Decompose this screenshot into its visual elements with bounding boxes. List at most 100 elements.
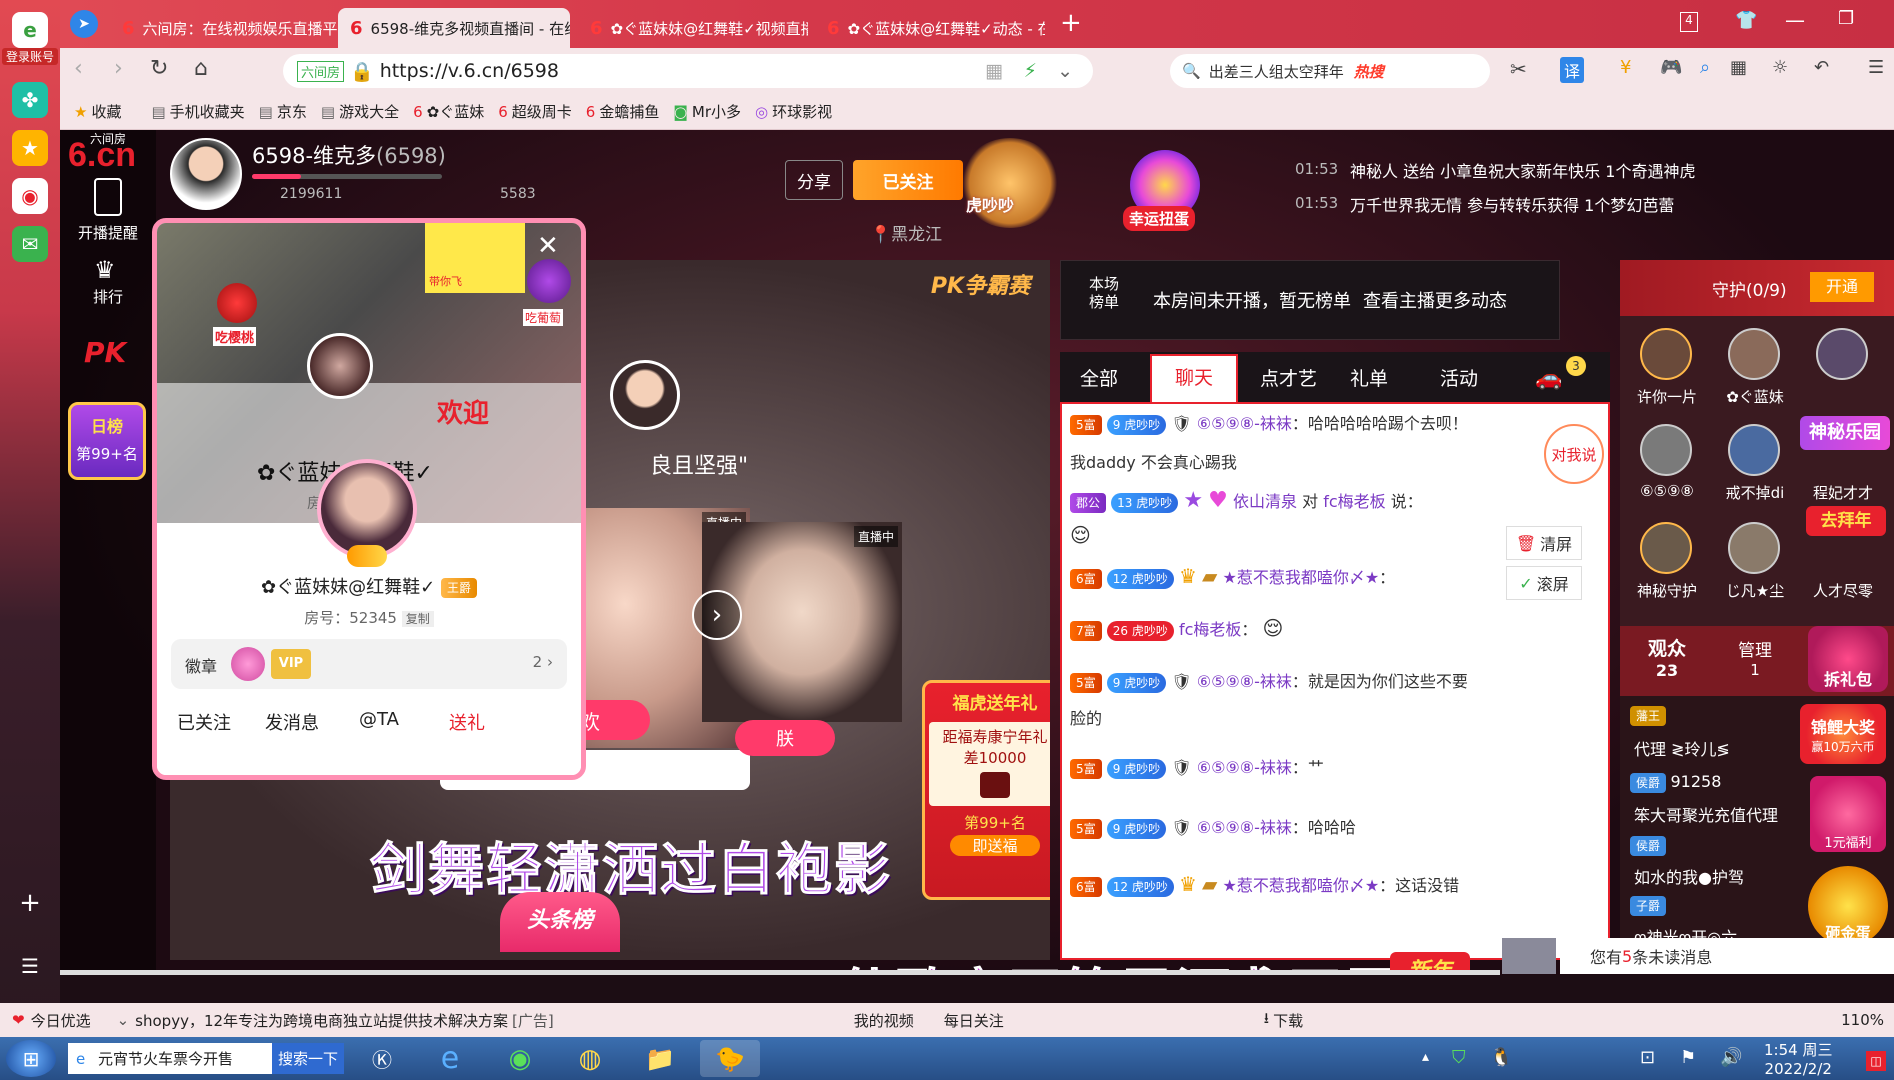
headline-rank-badge[interactable]: 头条榜	[500, 892, 620, 952]
popup-followed-button[interactable]: 已关注	[177, 709, 231, 735]
bookmark-games[interactable]: ▤ 游戏大全	[321, 101, 399, 122]
star-icon[interactable]: ★	[12, 130, 48, 166]
tab-viewers[interactable]: 观众 23	[1648, 634, 1686, 680]
undo-icon[interactable]: ↶	[1814, 57, 1829, 78]
guard-avatar[interactable]	[1640, 522, 1692, 574]
zoom-level[interactable]: 110%	[1841, 1011, 1884, 1029]
bookmark-lanmei[interactable]: 6 ✿ぐ蓝妹	[413, 101, 484, 122]
copy-button[interactable]: 复制	[401, 611, 434, 627]
lucky-egg-label[interactable]: 幸运扭蛋	[1123, 206, 1196, 231]
pk-opponent-avatar[interactable]	[610, 360, 680, 430]
guard-avatar[interactable]	[1728, 328, 1780, 380]
clear-screen-button[interactable]: 🗑 清屏	[1506, 526, 1582, 560]
bookmark-huanqiu[interactable]: ◎ 环球影视	[755, 101, 832, 122]
horizontal-scrollbar[interactable]	[60, 970, 1500, 975]
tab-gift-list[interactable]: 礼单	[1350, 364, 1388, 391]
popup-gift-button[interactable]: 送礼	[449, 709, 485, 735]
tiger-event-label[interactable]: 虎吵吵	[966, 192, 1014, 216]
crown-icon[interactable]: ♛	[94, 256, 116, 284]
chrome-icon[interactable]: ◍	[560, 1040, 620, 1077]
tab-all[interactable]: 全部	[1080, 364, 1118, 391]
share-button[interactable]: 分享	[785, 160, 843, 200]
flag-icon[interactable]: ⚑	[1680, 1047, 1696, 1068]
view-more-link[interactable]: 查看主播更多动态	[1363, 291, 1507, 312]
bookmark-jd[interactable]: ▤ 京东	[259, 101, 307, 122]
home-icon[interactable]: ⌂	[194, 56, 208, 81]
golden-egg-badge[interactable]: 砸金蛋	[1808, 866, 1888, 946]
ie-icon[interactable]: e	[420, 1040, 480, 1077]
news-label[interactable]: 今日优选	[31, 1010, 91, 1031]
guard-avatar[interactable]	[1640, 424, 1692, 476]
send-blessing-button[interactable]: 即送福	[950, 835, 1040, 856]
shirt-icon[interactable]: 👕	[1735, 10, 1757, 31]
shield-tray-icon[interactable]: ⛉	[1452, 1047, 1466, 1068]
notification-icon[interactable]: ◫	[1866, 1051, 1886, 1071]
mail-icon[interactable]: ✉	[12, 226, 48, 262]
back-icon[interactable]: ‹	[74, 56, 83, 81]
medal-row[interactable]: 徽章 VIP 2 ›	[171, 639, 567, 689]
active-app-icon[interactable]: 🐤	[700, 1040, 760, 1077]
search-tool-icon[interactable]: ⌕	[1700, 57, 1710, 78]
restore-icon[interactable]: ❐	[1838, 8, 1854, 29]
guard-open-button[interactable]: 开通	[1810, 272, 1874, 302]
daily-rank-badge[interactable]: 日榜 第99+名	[68, 402, 146, 480]
guard-avatar[interactable]	[1728, 522, 1780, 574]
carousel-next-icon[interactable]: ›	[692, 590, 742, 640]
bolt-icon[interactable]: ⚡	[1024, 60, 1037, 82]
menu-icon[interactable]: ☰	[12, 948, 48, 984]
open-gift-pack-badge[interactable]: 拆礼包	[1808, 626, 1888, 692]
browser-360-icon[interactable]: ◉	[490, 1040, 550, 1077]
chevron-down-icon[interactable]: ⌄	[1057, 60, 1073, 82]
audience-row[interactable]: 侯爵	[1630, 836, 1667, 856]
audience-row[interactable]: 子爵	[1630, 896, 1667, 916]
new-year-gift-banner[interactable]: 福虎送年礼 距福寿康宁年礼 差10000 第99+名 即送福	[922, 680, 1050, 900]
translate-icon[interactable]: 译	[1560, 57, 1585, 83]
popup-close-icon[interactable]: ✕	[537, 231, 559, 261]
bird-icon[interactable]: ✤	[12, 82, 48, 118]
url-input[interactable]: 六间房 🔒 https://v.6.cn/6598 ▦ ⚡ ⌄	[283, 54, 1093, 88]
weibo-icon[interactable]: ◉	[12, 178, 48, 214]
browser-logo-icon[interactable]: e	[12, 12, 48, 48]
nav-live-reminder[interactable]: 开播提醒	[60, 222, 156, 243]
qr-icon[interactable]: ▦	[985, 60, 1003, 82]
my-video-link[interactable]: 我的视频	[854, 1010, 914, 1031]
guard-avatar[interactable]	[1728, 424, 1780, 476]
bookmark-weekcard[interactable]: 6 超级周卡	[498, 101, 572, 122]
ad-text[interactable]: shopyy，12年专注为跨境电商独立站提供技术解决方案	[135, 1010, 508, 1031]
navigate-icon[interactable]: ➤	[70, 10, 98, 38]
tab-counter[interactable]: 4	[1680, 12, 1698, 32]
tab-activity[interactable]: 活动	[1440, 364, 1478, 391]
scissors-icon[interactable]: ✂	[1510, 57, 1527, 81]
minimize-icon[interactable]: —	[1785, 8, 1805, 32]
download-icon[interactable]: ⭳	[1264, 1008, 1269, 1033]
one-yuan-welfare-badge[interactable]: 1元福利	[1810, 776, 1886, 852]
refresh-icon[interactable]: ↻	[150, 56, 168, 81]
guard-avatar[interactable]	[1640, 328, 1692, 380]
tab-lanmeimei-live[interactable]: 6 ✿ぐ蓝妹妹@红舞鞋✓视频直播	[578, 8, 808, 48]
anchor-avatar[interactable]	[170, 138, 242, 210]
network-icon[interactable]: ⊡	[1640, 1047, 1655, 1068]
new-tab-button[interactable]: +	[1060, 8, 1082, 38]
follow-button[interactable]: 已关注	[853, 160, 963, 200]
game-icon[interactable]: 🎮	[1660, 57, 1682, 78]
popup-mention-button[interactable]: @TA	[359, 709, 399, 730]
mystery-park-badge[interactable]: 神秘乐园	[1800, 416, 1890, 450]
guard-avatar[interactable]	[1816, 328, 1868, 380]
pk-icon[interactable]: PK	[84, 336, 126, 369]
new-year-visit-badge[interactable]: 去拜年	[1806, 506, 1886, 536]
taskbar-search-button[interactable]: 搜索一下	[272, 1043, 344, 1074]
bookmark-fishing[interactable]: 6 金蟾捕鱼	[586, 101, 660, 122]
bookmark-favorites[interactable]: ★ 收藏	[74, 101, 121, 122]
phone-icon[interactable]	[94, 178, 122, 216]
coin-icon[interactable]: ¥	[1620, 57, 1631, 78]
tab-talent[interactable]: 点才艺	[1260, 364, 1317, 391]
unread-messages[interactable]: 您有 5 条未读消息	[1560, 938, 1894, 974]
add-icon[interactable]: +	[12, 885, 48, 921]
tab-lanmeimei-feed[interactable]: 6 ✿ぐ蓝妹妹@红舞鞋✓动态 - 在	[815, 8, 1045, 48]
tab-liujianfang[interactable]: 6 六间房：在线视频娱乐直播平	[110, 8, 340, 48]
folder-icon[interactable]: 📁	[630, 1040, 690, 1077]
taskbar-search-input[interactable]: e 元宵节火车票今开售	[68, 1043, 272, 1074]
chat-messages[interactable]: 5富 9 虎吵吵 🛡 ⑥⑤⑨⑧-袜袜：哈哈哈哈哈踢个去呗！ 我daddy 不会真…	[1060, 402, 1610, 960]
k-app-icon[interactable]: Ⓚ	[352, 1040, 412, 1077]
daily-focus-link[interactable]: 每日关注	[944, 1010, 1004, 1031]
